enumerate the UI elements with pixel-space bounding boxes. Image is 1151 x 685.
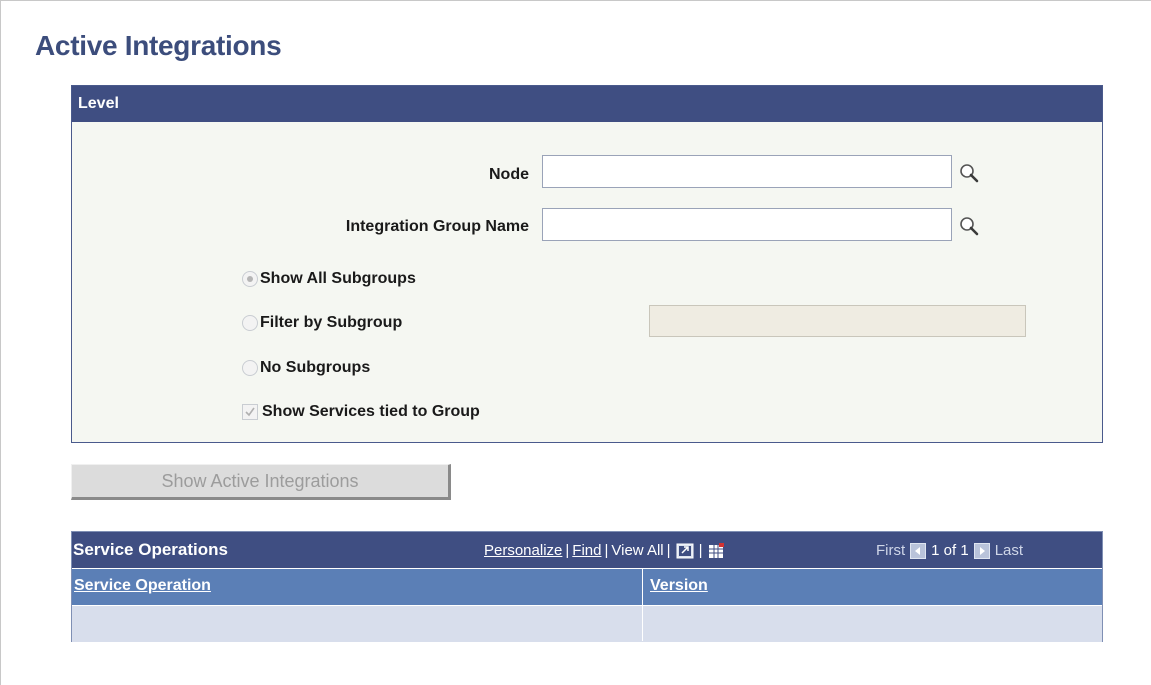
radio-button[interactable] <box>242 315 258 331</box>
grid-navigation-bar: Service Operations Personalize | Find | … <box>72 532 1102 568</box>
integration-group-input[interactable] <box>542 208 952 241</box>
grid-nav-links: Personalize | Find | View All | | <box>484 542 727 559</box>
radio-show-all-subgroups[interactable]: Show All Subgroups <box>242 270 416 288</box>
column-header-service-operation[interactable]: Service Operation <box>74 569 211 605</box>
grid-column-header-row: Service Operation Version <box>72 568 1102 605</box>
radio-label: Filter by Subgroup <box>260 314 403 331</box>
integration-group-lookup-search-icon[interactable] <box>958 215 980 237</box>
node-lookup-search-icon[interactable] <box>958 162 980 184</box>
separator: | <box>666 542 671 559</box>
checkbox-label: Show Services tied to Group <box>262 403 480 420</box>
zoom-grid-icon[interactable] <box>676 543 694 559</box>
radio-button[interactable] <box>242 360 258 376</box>
radio-button[interactable] <box>242 271 258 287</box>
find-link[interactable]: Find <box>572 542 601 559</box>
service-operations-grid: Service Operations Personalize | Find | … <box>71 531 1103 642</box>
column-divider <box>642 568 643 641</box>
page-frame: Active Integrations Level Node Integrati… <box>0 0 1151 685</box>
radio-label: No Subgroups <box>260 359 371 376</box>
table-row <box>72 605 1102 642</box>
column-header-version[interactable]: Version <box>650 569 708 605</box>
next-arrow-icon <box>973 542 990 559</box>
level-group-box: Level Node Integration Group Name Show A… <box>71 85 1103 443</box>
first-link: First <box>876 542 906 559</box>
separator: | <box>604 542 609 559</box>
node-input[interactable] <box>542 155 952 188</box>
grid-pager: First 1 of 1 Last <box>876 542 1023 559</box>
last-link: Last <box>994 542 1024 559</box>
page-range: 1 of 1 <box>931 542 969 559</box>
radio-no-subgroups[interactable]: No Subgroups <box>242 359 370 377</box>
page-title: Active Integrations <box>35 30 282 61</box>
show-active-integrations-button[interactable]: Show Active Integrations <box>71 464 451 500</box>
integration-group-label: Integration Group Name <box>345 218 529 235</box>
personalize-link[interactable]: Personalize <box>484 542 562 559</box>
previous-arrow-icon <box>910 542 927 559</box>
node-label: Node <box>489 166 529 183</box>
grid-title: Service Operations <box>73 540 228 559</box>
checkbox[interactable] <box>242 404 258 420</box>
download-spreadsheet-icon[interactable] <box>707 542 725 559</box>
radio-filter-by-subgroup[interactable]: Filter by Subgroup <box>242 314 402 332</box>
separator: | <box>698 542 703 559</box>
show-services-tied-checkbox-row[interactable]: Show Services tied to Group <box>242 403 480 421</box>
level-header: Level <box>72 86 1102 122</box>
subgroup-input <box>649 305 1026 337</box>
radio-label: Show All Subgroups <box>260 270 416 287</box>
view-all-link: View All <box>611 542 664 559</box>
check-icon <box>245 407 255 417</box>
separator: | <box>565 542 570 559</box>
